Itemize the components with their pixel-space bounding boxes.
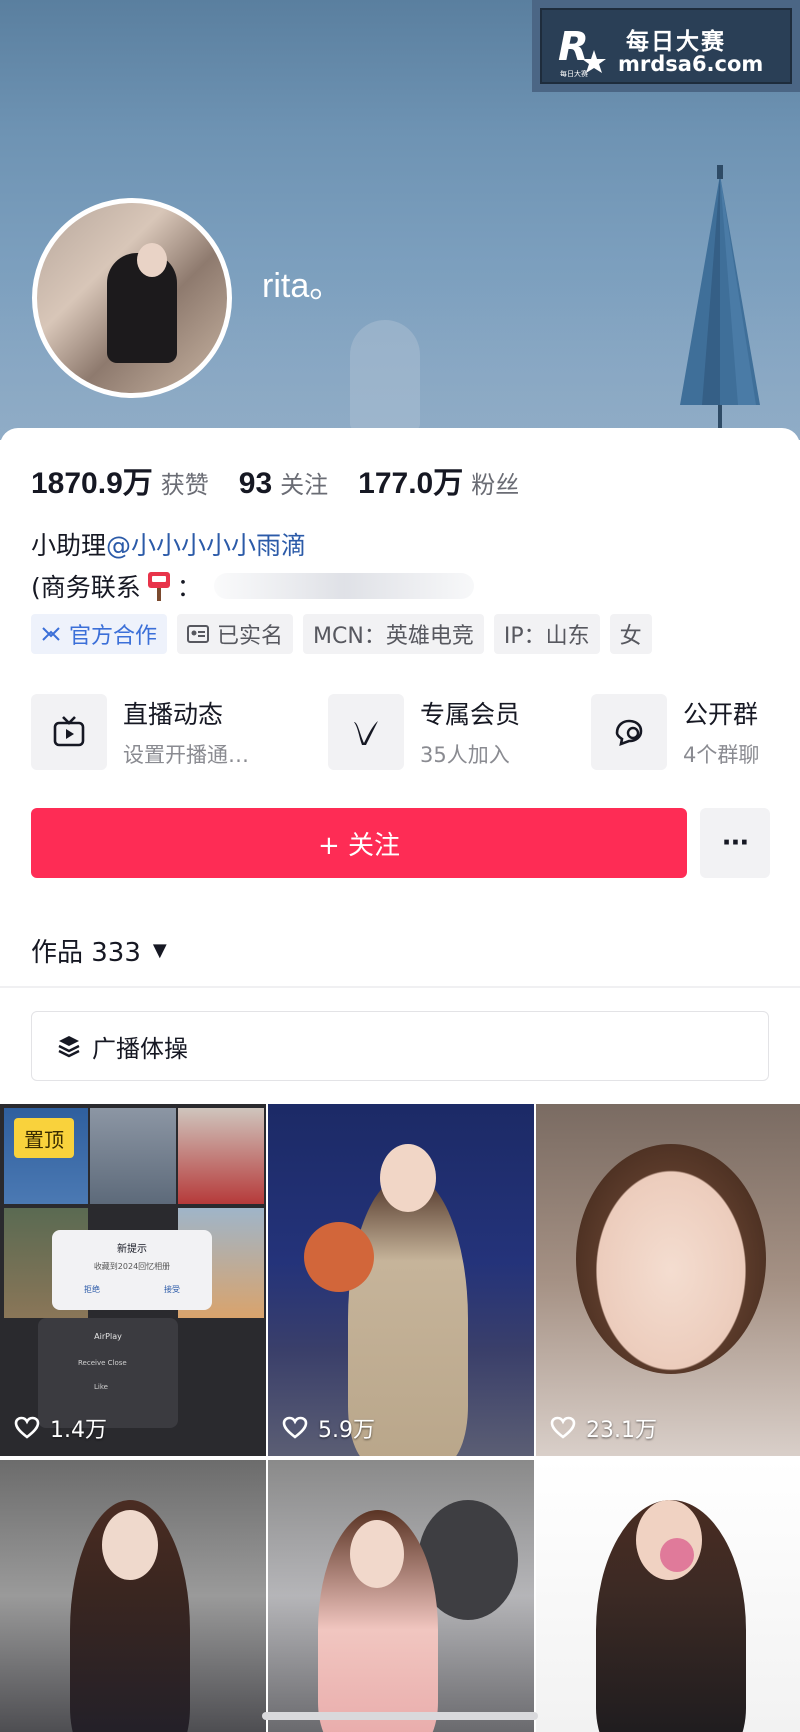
bio-line-1: 小助理@小小小小小雨滴 bbox=[31, 526, 306, 562]
collage-photo bbox=[178, 1108, 264, 1204]
like-count: 1.4万 bbox=[14, 1412, 107, 1444]
airplay-title: AirPlay bbox=[94, 1332, 122, 1341]
feature-live-title: 直播动态 bbox=[123, 700, 224, 729]
video-thumbnail[interactable]: 5.9万 bbox=[268, 1104, 534, 1456]
tag-gender-label: 女 bbox=[619, 624, 642, 649]
airplay-menu-1: Receive Close bbox=[78, 1359, 127, 1367]
watermark-url: mrdsa6.com bbox=[618, 52, 764, 76]
chat-icon bbox=[615, 719, 643, 747]
home-indicator bbox=[262, 1712, 538, 1720]
dialog-body: 收藏到2024回忆相册 bbox=[93, 1262, 171, 1271]
following-label: 关注 bbox=[280, 471, 329, 499]
person-head bbox=[380, 1144, 436, 1212]
feature-live-subtitle: 设置开播通… bbox=[123, 743, 249, 767]
collage-photo bbox=[90, 1108, 176, 1204]
watermark: R 每日大赛 每日大赛 mrdsa6.com bbox=[532, 0, 800, 92]
layers-icon bbox=[58, 1036, 80, 1058]
profile-stats: 1870.9万 获赞 93 关注 177.0万 粉丝 bbox=[31, 458, 549, 502]
feature-live[interactable]: 直播动态 设置开播通… bbox=[31, 692, 249, 772]
profile-card: 1870.9万 获赞 93 关注 177.0万 粉丝 小助理@小小小小小雨滴 (… bbox=[0, 428, 800, 988]
feature-live-iconbox bbox=[31, 694, 107, 770]
cover-figure bbox=[350, 320, 420, 430]
bio-colon: ： bbox=[176, 573, 202, 602]
tv-icon bbox=[53, 716, 85, 747]
tag-ip-label: IP：山东 bbox=[503, 624, 590, 649]
like-count-value: 1.4万 bbox=[50, 1418, 107, 1443]
following-count[interactable]: 93 bbox=[239, 467, 272, 501]
avatar[interactable] bbox=[32, 198, 232, 398]
playlist-chip[interactable]: 广播体操 bbox=[31, 1011, 769, 1081]
bio-assistant-label: 小助理 bbox=[31, 531, 107, 560]
flower-prop bbox=[660, 1538, 694, 1572]
v-icon bbox=[354, 721, 378, 745]
person-head bbox=[576, 1144, 766, 1374]
dialog-accept: 接受 bbox=[164, 1285, 180, 1294]
tag-gender: 女 bbox=[609, 614, 652, 654]
dialog-deny: 拒绝 bbox=[84, 1285, 100, 1294]
feature-membership-subtitle: 35人加入 bbox=[420, 743, 510, 767]
mascot-prop bbox=[304, 1222, 374, 1292]
tag-mcn-label: MCN：英雄电竞 bbox=[313, 624, 474, 649]
airplay-menu-2: Like bbox=[94, 1383, 108, 1391]
section-divider bbox=[0, 986, 800, 988]
likes-label: 获赞 bbox=[160, 471, 209, 499]
dialog-box: 新提示 收藏到2024回忆相册 拒绝 接受 bbox=[52, 1230, 212, 1310]
official-icon bbox=[42, 627, 60, 641]
video-grid: 新提示 收藏到2024回忆相册 拒绝 接受 AirPlay Receive Cl… bbox=[0, 1104, 800, 1732]
feature-group-iconbox bbox=[591, 694, 667, 770]
heart-icon bbox=[282, 1416, 308, 1439]
cover-umbrella bbox=[680, 165, 760, 435]
works-dropdown[interactable]: 作品 333 ▼ bbox=[31, 932, 167, 969]
like-count: 23.1万 bbox=[550, 1412, 657, 1444]
feature-group[interactable]: 公开群 4个群聊 bbox=[591, 692, 759, 772]
more-options-button[interactable]: ··· bbox=[700, 808, 770, 878]
feature-membership-title: 专属会员 bbox=[420, 700, 521, 729]
tag-ip: IP：山东 bbox=[493, 614, 600, 654]
svg-text:R: R bbox=[558, 24, 589, 70]
like-count: 5.9万 bbox=[282, 1412, 375, 1444]
tag-verified[interactable]: 已实名 bbox=[177, 614, 294, 654]
svg-text:每日大赛: 每日大赛 bbox=[560, 69, 588, 78]
avatar-face bbox=[137, 243, 167, 277]
works-count-label: 作品 333 bbox=[31, 938, 141, 968]
watermark-logo: R 每日大赛 bbox=[558, 24, 606, 78]
follow-button[interactable]: + 关注 bbox=[31, 808, 687, 878]
bio-mention-link[interactable]: @小小小小小雨滴 bbox=[106, 531, 306, 560]
video-thumbnail[interactable]: 新提示 收藏到2024回忆相册 拒绝 接受 AirPlay Receive Cl… bbox=[0, 1104, 266, 1456]
video-thumbnail[interactable] bbox=[536, 1460, 800, 1732]
person-head bbox=[350, 1520, 404, 1588]
followers-label: 粉丝 bbox=[471, 471, 520, 499]
tag-official-label: 官方合作 bbox=[69, 624, 158, 649]
feature-row: 直播动态 设置开播通… 专属会员 35人加入 公开群 4个群聊 bbox=[31, 692, 771, 772]
tag-verified-label: 已实名 bbox=[217, 624, 284, 649]
tag-official[interactable]: 官方合作 bbox=[31, 614, 168, 654]
like-count-value: 5.9万 bbox=[318, 1418, 375, 1443]
likes-count[interactable]: 1870.9万 bbox=[31, 458, 153, 502]
feature-membership-iconbox bbox=[328, 694, 404, 770]
blurred-contact bbox=[213, 573, 474, 599]
feature-group-subtitle: 4个群聊 bbox=[683, 743, 760, 767]
like-count-value: 23.1万 bbox=[586, 1418, 657, 1443]
video-thumbnail[interactable]: 23.1万 bbox=[536, 1104, 800, 1456]
pinned-badge: 置顶 bbox=[14, 1118, 74, 1158]
person-head bbox=[102, 1510, 158, 1580]
id-card-icon bbox=[187, 625, 210, 643]
video-thumbnail[interactable] bbox=[0, 1460, 266, 1732]
video-thumbnail[interactable] bbox=[268, 1460, 534, 1732]
followers-count[interactable]: 177.0万 bbox=[358, 458, 463, 502]
playlist-label: 广播体操 bbox=[92, 1034, 188, 1063]
feature-membership[interactable]: 专属会员 35人加入 bbox=[328, 692, 520, 772]
dialog-title: 新提示 bbox=[117, 1244, 147, 1255]
profile-tags: 官方合作 已实名 MCN：英雄电竞 IP：山东 女 bbox=[31, 614, 652, 654]
heart-icon bbox=[550, 1416, 576, 1439]
username: rita。 bbox=[262, 267, 344, 305]
mailbox-icon bbox=[147, 572, 170, 601]
heart-icon bbox=[14, 1416, 40, 1439]
tag-mcn[interactable]: MCN：英雄电竞 bbox=[303, 614, 484, 654]
feature-group-title: 公开群 bbox=[683, 700, 759, 729]
bio-business-label: (商务联系 bbox=[31, 573, 141, 602]
caret-down-icon: ▼ bbox=[152, 940, 167, 961]
bio-line-2: (商务联系 ： bbox=[31, 568, 474, 604]
watermark-title: 每日大赛 bbox=[626, 29, 726, 55]
